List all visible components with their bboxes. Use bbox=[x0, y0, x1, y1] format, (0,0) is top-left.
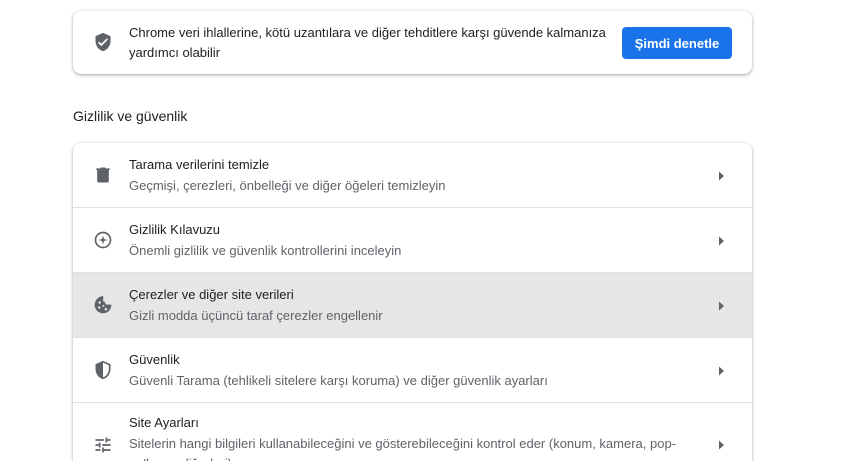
row-title: Güvenlik bbox=[129, 352, 180, 367]
security-row[interactable]: Güvenlik Güvenli Tarama (tehlikeli sitel… bbox=[73, 337, 752, 402]
safety-check-card: Chrome veri ihlallerine, kötü uzantılara… bbox=[73, 11, 752, 74]
chevron-right-icon bbox=[719, 440, 724, 450]
cookies-row[interactable]: Çerezler ve diğer site verileri Gizli mo… bbox=[73, 272, 752, 337]
row-title: Gizlilik Kılavuzu bbox=[129, 222, 221, 237]
row-title: Site Ayarları bbox=[129, 415, 199, 430]
safety-check-text: Chrome veri ihlallerine, kötü uzantılara… bbox=[129, 25, 606, 60]
tune-icon bbox=[95, 437, 111, 453]
privacy-section-title: Gizlilik ve güvenlik bbox=[73, 108, 188, 124]
chevron-right-icon bbox=[719, 366, 724, 376]
settings-page: Chrome veri ihlallerine, kötü uzantılara… bbox=[0, 0, 867, 461]
shield-check-icon bbox=[95, 32, 111, 52]
privacy-guide-icon bbox=[94, 231, 112, 249]
security-shield-icon bbox=[95, 360, 111, 380]
chevron-right-icon bbox=[719, 171, 724, 181]
row-subtitle: Gizli modda üçüncü taraf çerezler engell… bbox=[129, 308, 383, 323]
row-title: Çerezler ve diğer site verileri bbox=[129, 287, 294, 302]
privacy-settings-card: Tarama verilerini temizle Geçmişi, çerez… bbox=[73, 143, 752, 461]
check-now-button[interactable]: Şimdi denetle bbox=[622, 27, 732, 59]
trash-icon bbox=[96, 167, 110, 183]
chevron-right-icon bbox=[719, 236, 724, 246]
row-subtitle: Önemli gizlilik ve güvenlik kontrollerin… bbox=[129, 243, 402, 258]
privacy-guide-row[interactable]: Gizlilik Kılavuzu Önemli gizlilik ve güv… bbox=[73, 207, 752, 272]
clear-browsing-data-row[interactable]: Tarama verilerini temizle Geçmişi, çerez… bbox=[73, 143, 752, 207]
row-title: Tarama verilerini temizle bbox=[129, 157, 270, 172]
row-subtitle: Geçmişi, çerezleri, önbelleği ve diğer ö… bbox=[129, 178, 446, 193]
row-subtitle: Güvenli Tarama (tehlikeli sitelere karşı… bbox=[129, 373, 548, 388]
row-subtitle: Sitelerin hangi bilgileri kullanabileceğ… bbox=[129, 436, 677, 461]
chevron-right-icon bbox=[719, 301, 724, 311]
cookie-icon bbox=[94, 296, 112, 314]
site-settings-row[interactable]: Site Ayarları Sitelerin hangi bilgileri … bbox=[73, 402, 752, 461]
